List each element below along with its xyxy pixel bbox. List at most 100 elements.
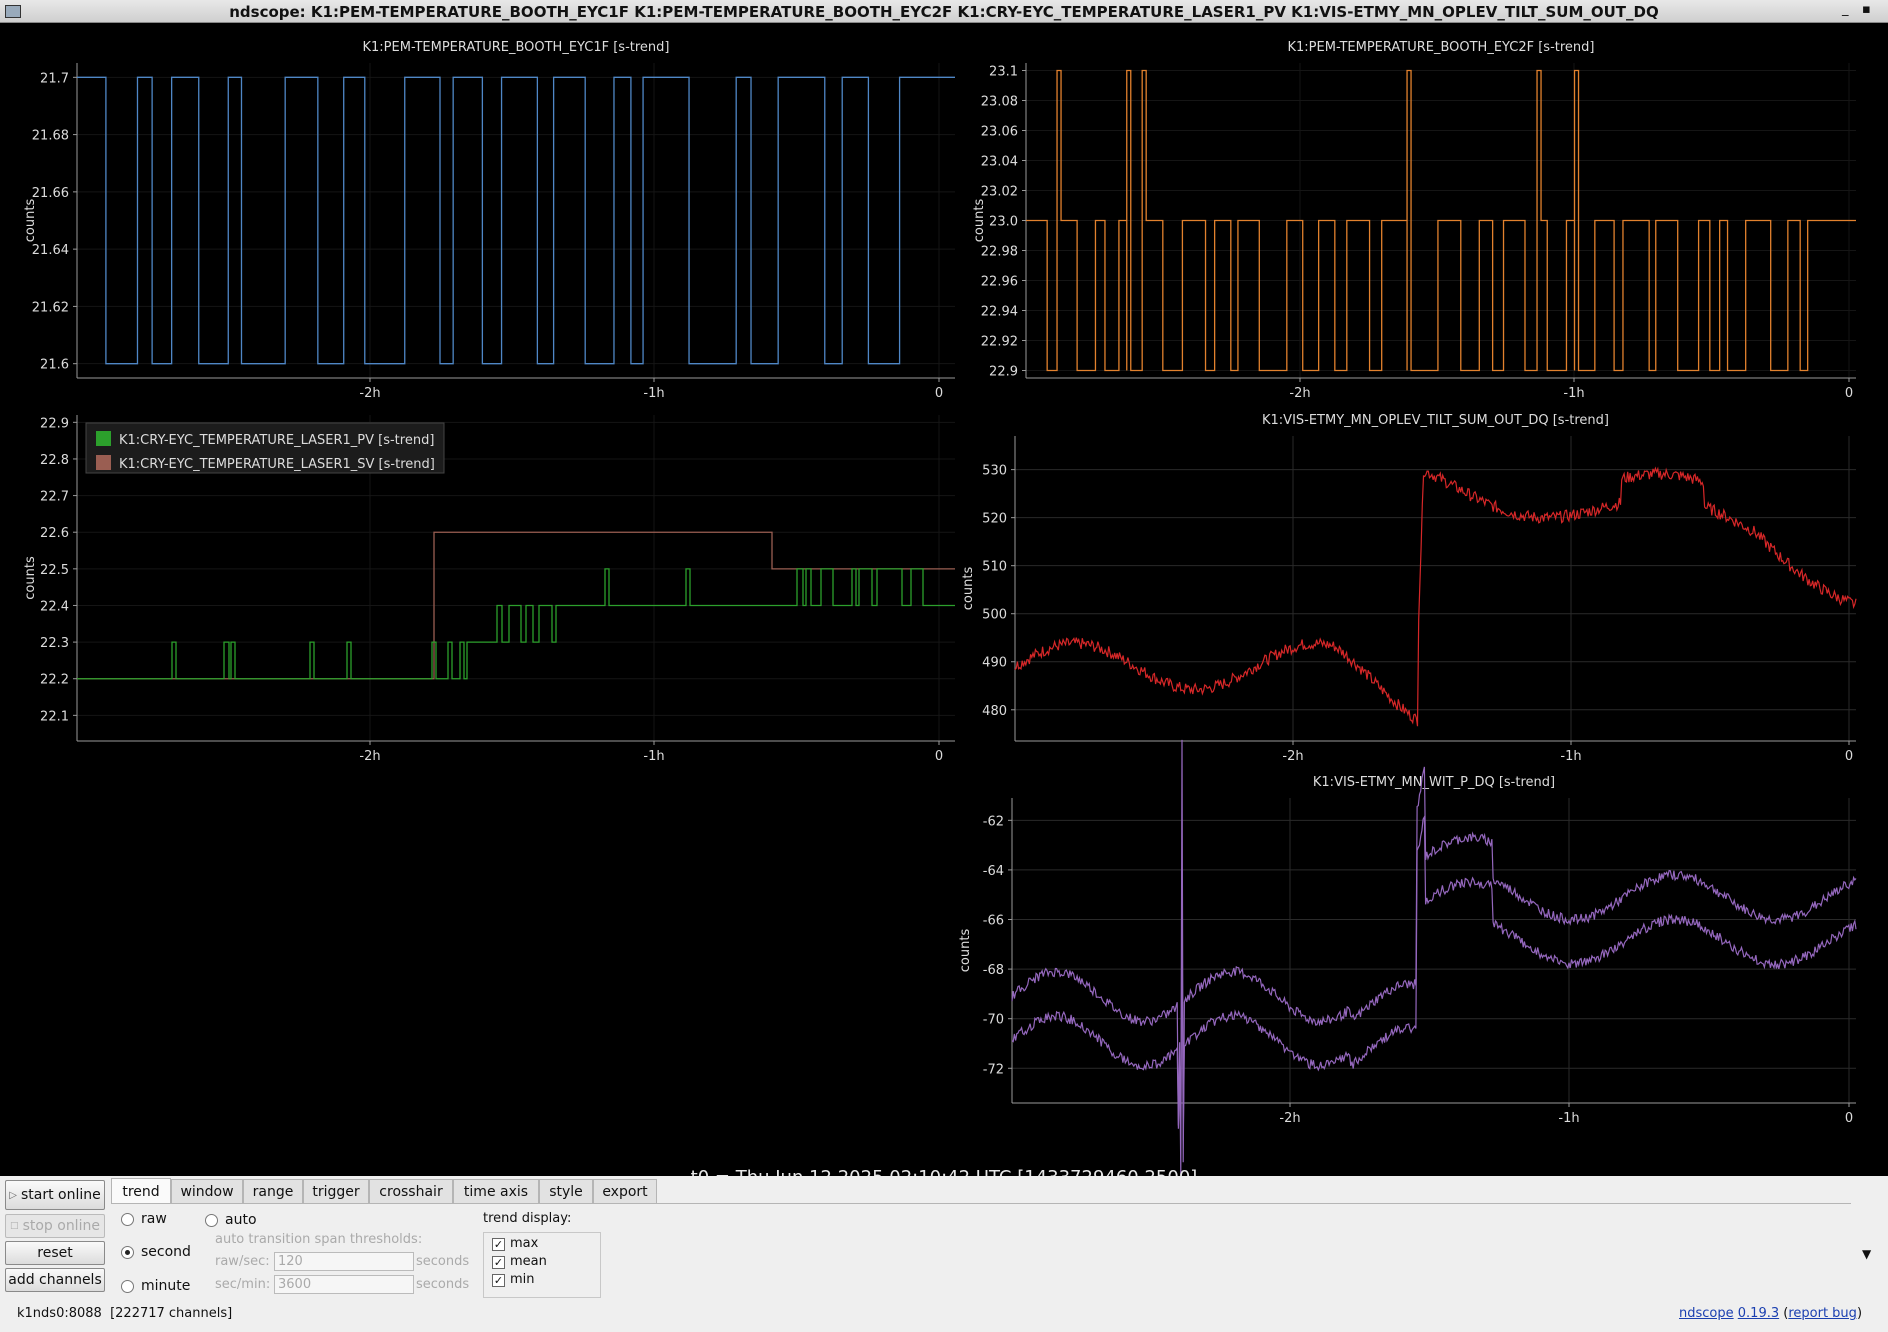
trace-wit-p-min xyxy=(1011,814,1857,1144)
tab-trigger[interactable]: trigger xyxy=(303,1179,369,1203)
y-tick-label: 500 xyxy=(982,608,1007,623)
x-tick-label: -1h xyxy=(1560,749,1581,764)
collapse-arrow-icon[interactable]: ▼ xyxy=(1862,1247,1871,1261)
plot-title: K1:VIS-ETMY_MN_WIT_P_DQ [s-trend] xyxy=(1313,775,1555,790)
second-label: second xyxy=(141,1244,191,1260)
raw-sec-input[interactable]: 120 xyxy=(274,1252,414,1271)
tab-trend[interactable]: trend xyxy=(111,1178,171,1204)
y-tick-label: 22.9 xyxy=(40,416,69,431)
y-tick-label: 22.6 xyxy=(40,526,69,541)
y-tick-label: -68 xyxy=(983,963,1004,978)
y-tick-label: -66 xyxy=(983,914,1004,929)
control-panel: ▷ start online □ stop online reset add c… xyxy=(0,1176,1888,1332)
y-tick-label: 22.1 xyxy=(40,709,69,724)
y-tick-label: 22.98 xyxy=(981,245,1018,260)
x-tick-label: -1h xyxy=(643,749,664,764)
tab-crosshair[interactable]: crosshair xyxy=(369,1179,453,1203)
plot-title: K1:VIS-ETMY_MN_OPLEV_TILT_SUM_OUT_DQ [s-… xyxy=(1262,413,1609,428)
y-tick-label: 22.3 xyxy=(40,636,69,651)
add-channels-button[interactable]: add channels xyxy=(5,1268,105,1292)
stop-online-button[interactable]: □ stop online xyxy=(5,1214,105,1238)
auto-radio[interactable] xyxy=(205,1214,218,1227)
x-tick-label: 0 xyxy=(1845,749,1853,764)
y-tick-label: -70 xyxy=(983,1013,1004,1028)
y-tick-label: 23.1 xyxy=(989,65,1018,80)
minimize-button[interactable]: _ xyxy=(1842,2,1849,17)
y-tick-label: 22.4 xyxy=(40,599,69,614)
y-tick-label: 530 xyxy=(982,464,1007,479)
x-tick-label: -2h xyxy=(1289,386,1310,401)
y-tick-label: 22.94 xyxy=(981,305,1018,320)
y-tick-label: 490 xyxy=(982,656,1007,671)
y-tick-label: 21.64 xyxy=(32,243,69,258)
legend: K1:CRY-EYC_TEMPERATURE_LASER1_PV [s-tren… xyxy=(85,422,445,474)
y-tick-label: 23.08 xyxy=(981,95,1018,110)
second-radio[interactable] xyxy=(121,1246,134,1259)
tab-time-axis[interactable]: time axis xyxy=(453,1179,539,1203)
max-label: max xyxy=(510,1236,539,1251)
tab-style[interactable]: style xyxy=(539,1179,593,1203)
stop-icon: □ xyxy=(10,1221,19,1231)
y-axis-label: counts xyxy=(23,556,38,600)
tab-export[interactable]: export xyxy=(593,1179,657,1203)
server-address: k1nds0:8088 xyxy=(17,1306,102,1321)
raw-sec-units: seconds xyxy=(416,1254,470,1269)
y-tick-label: 520 xyxy=(982,512,1007,527)
legend-swatch xyxy=(96,455,111,470)
tab-divider xyxy=(111,1203,1851,1204)
max-checkbox[interactable]: ✓ xyxy=(492,1238,505,1251)
y-tick-label: 480 xyxy=(982,704,1007,719)
auto-label: auto xyxy=(225,1212,257,1228)
window-titlebar: ndscope: K1:PEM-TEMPERATURE_BOOTH_EYC1F … xyxy=(0,0,1888,23)
plot-4: K1:VIS-ETMY_MN_OPLEV_TILT_SUM_OUT_DQ [s-… xyxy=(961,413,1857,764)
start-online-button[interactable]: ▷ start online xyxy=(5,1180,105,1210)
sec-min-label: sec/min: xyxy=(215,1277,271,1292)
plots-canvas[interactable]: K1:PEM-TEMPERATURE_BOOTH_EYC1F [s-trend]… xyxy=(0,23,1888,1176)
x-tick-label: 0 xyxy=(1845,1111,1853,1126)
report-close-paren: ) xyxy=(1856,1306,1863,1321)
y-tick-label: 23.0 xyxy=(989,215,1018,230)
y-tick-label: -72 xyxy=(983,1062,1004,1077)
sec-min-units: seconds xyxy=(416,1277,470,1292)
x-tick-label: 0 xyxy=(935,386,943,401)
stop-online-label: stop online xyxy=(22,1218,100,1234)
reset-button[interactable]: reset xyxy=(5,1241,105,1265)
y-tick-label: 22.2 xyxy=(40,673,69,688)
x-tick-label: -1h xyxy=(1563,386,1584,401)
minute-radio[interactable] xyxy=(121,1280,134,1293)
y-tick-label: 23.04 xyxy=(981,155,1018,170)
mean-checkbox[interactable]: ✓ xyxy=(492,1256,505,1269)
trace-eyc1f xyxy=(77,76,955,365)
tab-window[interactable]: window xyxy=(171,1179,243,1203)
close-button[interactable]: ▪ xyxy=(1862,2,1871,17)
y-tick-label: 23.02 xyxy=(981,185,1018,200)
y-tick-label: 22.92 xyxy=(981,335,1018,350)
trace-laser1-pv xyxy=(77,568,955,680)
min-checkbox[interactable]: ✓ xyxy=(492,1274,505,1287)
start-online-label: start online xyxy=(20,1187,101,1203)
y-axis-label: counts xyxy=(961,567,976,611)
sec-min-input[interactable]: 3600 xyxy=(274,1275,414,1294)
y-tick-label: -64 xyxy=(983,864,1004,879)
tab-range[interactable]: range xyxy=(243,1179,303,1203)
x-tick-label: -2h xyxy=(1279,1111,1300,1126)
x-tick-label: -2h xyxy=(359,749,380,764)
y-tick-label: 23.06 xyxy=(981,125,1018,140)
channel-count: [222717 channels] xyxy=(110,1306,233,1321)
y-axis-label: counts xyxy=(23,199,38,243)
ndscope-link[interactable]: ndscope xyxy=(1679,1306,1734,1321)
version-link[interactable]: 0.19.3 xyxy=(1738,1306,1779,1321)
plot-3: counts 22.9 22.8 22.7 22.6 22.5 22.4 22.3 22.2 22… xyxy=(23,415,955,764)
minute-label: minute xyxy=(141,1278,191,1294)
raw-radio[interactable] xyxy=(121,1213,134,1226)
raw-label: raw xyxy=(141,1211,167,1227)
plot-area[interactable]: K1:PEM-TEMPERATURE_BOOTH_EYC1F [s-trend]… xyxy=(0,23,1888,1188)
legend-swatch xyxy=(96,431,111,446)
y-tick-label: 22.8 xyxy=(40,453,69,468)
play-icon: ▷ xyxy=(9,1189,17,1201)
x-tick-label: -2h xyxy=(1282,749,1303,764)
y-tick-label: 22.9 xyxy=(989,365,1018,380)
y-tick-label: 21.62 xyxy=(32,300,69,315)
report-bug-link[interactable]: report bug xyxy=(1788,1306,1857,1321)
y-axis-label: counts xyxy=(972,199,987,243)
